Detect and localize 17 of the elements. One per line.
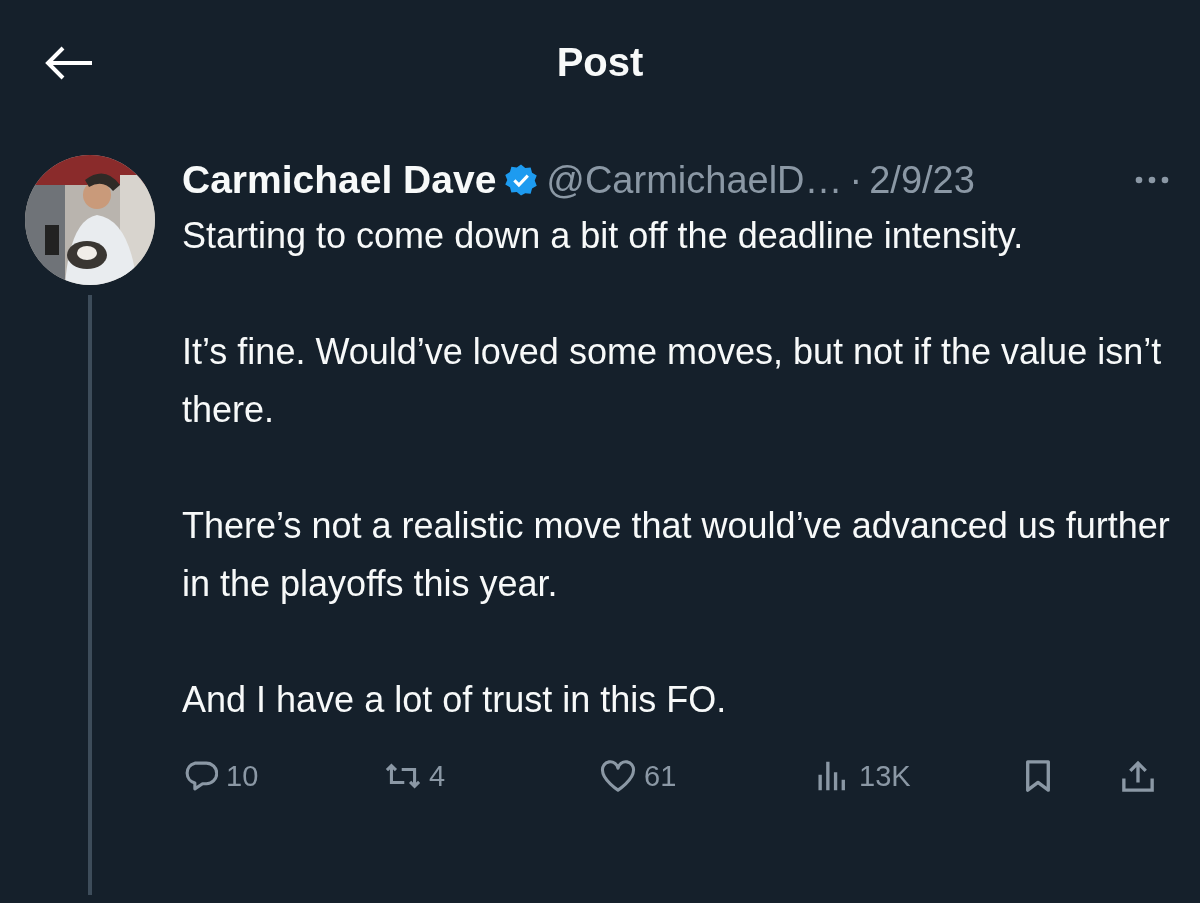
like-count: 61 [644, 759, 677, 793]
post-text: And I have a lot of trust in this FO. [182, 678, 728, 722]
views-count: 13K [859, 759, 911, 793]
page-title: Post [556, 40, 644, 85]
heart-icon[interactable] [600, 759, 636, 793]
share-icon[interactable] [1120, 759, 1156, 793]
author-name[interactable]: Carmichael Dave [182, 158, 497, 202]
post-text: There’s not a realistic move that would’ve advanced us further in the playoffs this year. [182, 504, 1171, 606]
post-date[interactable]: 2/9/23 [869, 158, 975, 202]
separator: · [849, 158, 863, 202]
post-text: It’s fine. Would’ve loved some moves, but not if the value isn’t there. [182, 330, 1163, 432]
more-icon[interactable] [1134, 175, 1170, 185]
repost-count: 4 [429, 759, 446, 793]
reply-count: 10 [226, 759, 259, 793]
back-arrow-icon[interactable] [44, 45, 94, 80]
post-text: Starting to come down a bit off the deadline intensity. [182, 214, 1025, 258]
author-handle[interactable]: @CarmichaelD… [546, 158, 843, 202]
